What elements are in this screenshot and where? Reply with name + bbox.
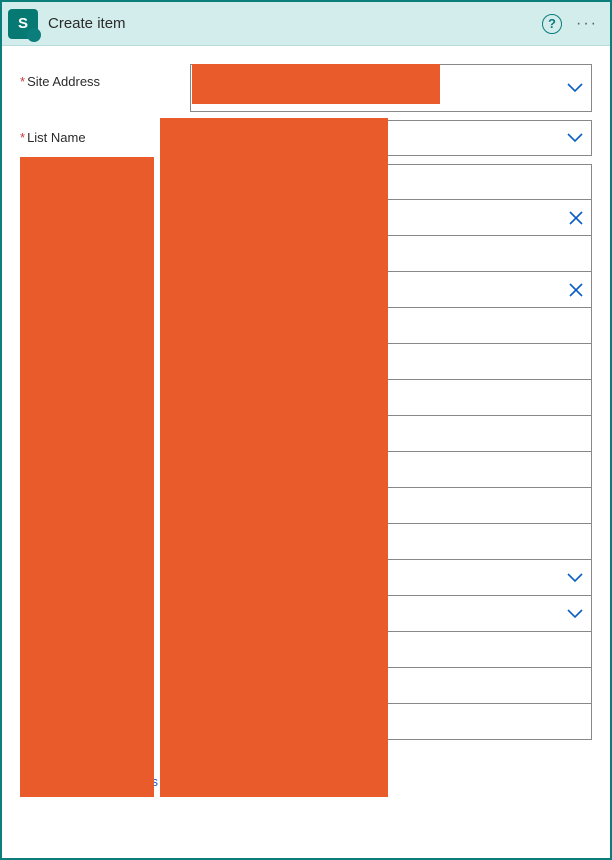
card-header: S Create item ? ··· xyxy=(2,2,610,46)
clear-icon[interactable] xyxy=(569,283,583,297)
redaction-block xyxy=(160,118,388,797)
card-title: Create item xyxy=(48,15,126,32)
create-item-card: S Create item ? ··· *Site Address *List xyxy=(0,0,612,860)
chevron-down-icon[interactable] xyxy=(567,609,583,619)
app-icon-letter: S xyxy=(18,15,28,32)
redaction-block xyxy=(192,64,440,104)
redaction-block xyxy=(20,157,154,797)
chevron-down-icon[interactable] xyxy=(567,133,583,143)
more-menu-icon[interactable]: ··· xyxy=(576,15,598,33)
chevron-down-icon[interactable] xyxy=(567,573,583,583)
chevron-down-icon[interactable] xyxy=(567,83,583,93)
sharepoint-icon: S xyxy=(8,9,38,39)
help-icon[interactable]: ? xyxy=(542,14,562,34)
clear-icon[interactable] xyxy=(569,211,583,225)
site-address-label: *Site Address xyxy=(20,64,190,89)
